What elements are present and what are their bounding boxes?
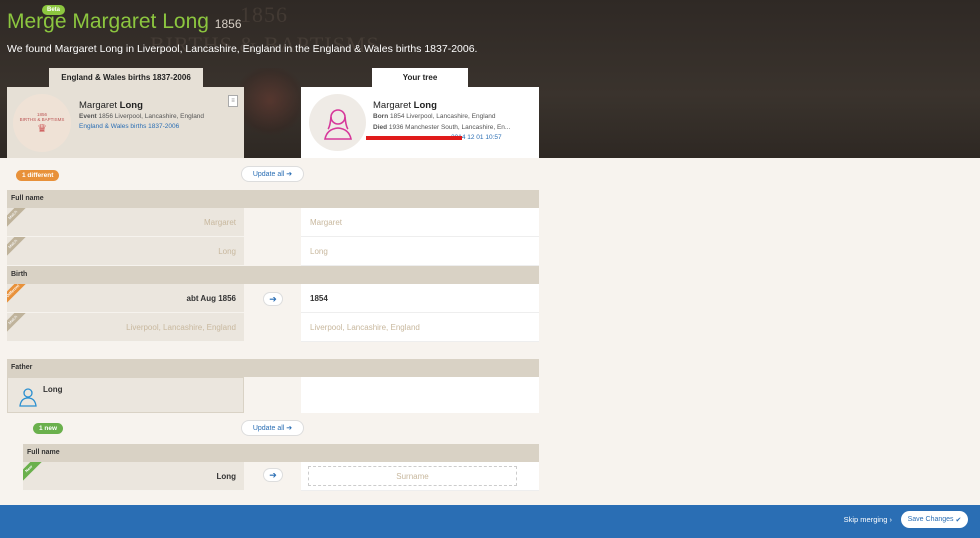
save-label: Save Changes [907, 516, 954, 523]
different-flag: Different [7, 284, 27, 305]
redaction-mark [366, 136, 462, 140]
arrow-right-icon: ➔ [269, 293, 277, 304]
skip-label: Skip merging [843, 515, 888, 524]
arrow-right-icon: ➔ [269, 469, 277, 480]
father-name: Long [43, 385, 63, 394]
record-collection-badge: 1856 BIRTHS & BAPTISMS ♛ [13, 94, 71, 152]
source-person-name: Margaret Long [79, 100, 143, 111]
footer-bar: Skip merging › Save Changes ✔ [0, 505, 980, 538]
update-all-button[interactable]: Update all ➔ [241, 166, 304, 182]
tree-birth-place: Liverpool, Lancashire, England [301, 313, 539, 342]
page-title-year: 1856 [214, 17, 242, 31]
tab-source-record[interactable]: England & Wales births 1837-2006 [49, 68, 203, 87]
died-label: Died [373, 124, 388, 131]
match-flag: Match [7, 208, 27, 229]
father-tree-empty [301, 377, 539, 413]
copy-father-surname-button[interactable]: ➔ [263, 468, 283, 482]
male-person-icon [19, 388, 37, 407]
event-value: 1856 Liverpool, Lancashire, England [98, 113, 205, 120]
source-event-line: Event 1856 Liverpool, Lancashire, Englan… [79, 113, 204, 120]
born-value: 1854 Liverpool, Lancashire, England [389, 113, 496, 120]
source-surname-value: Long [218, 246, 236, 256]
tree-born-line: Born 1854 Liverpool, Lancashire, England [373, 113, 496, 120]
tree-died-line: Died 1936 Manchester South, Lancashire, … [373, 124, 510, 131]
checkmark-icon: ✔ [955, 516, 962, 524]
page-title-text: Merge Margaret Long [7, 10, 209, 33]
source-given-name: Match Margaret [7, 208, 244, 237]
section-birth: Birth [7, 266, 539, 284]
source-birth-place: Match Liverpool, Lancashire, England [7, 313, 244, 342]
chevron-right-icon: › [889, 515, 893, 524]
match-flag: Match [7, 237, 27, 258]
match-flag: Match [7, 313, 27, 334]
tab-your-tree[interactable]: Your tree [372, 68, 468, 87]
tree-person-name: Margaret Long [373, 100, 437, 111]
source-given-value: Margaret [203, 217, 236, 227]
save-changes-button[interactable]: Save Changes ✔ [901, 511, 968, 528]
source-first-name: Margaret [79, 100, 118, 111]
surname-input[interactable]: Surname [308, 466, 517, 486]
document-icon[interactable]: ≡ [228, 95, 238, 107]
source-surname: Match Long [7, 237, 244, 266]
source-birth-place-value: Liverpool, Lancashire, England [126, 322, 236, 332]
tree-birth-date: 1854 [301, 284, 539, 313]
tree-first-name: Margaret [373, 100, 412, 111]
page-subtitle: We found Margaret Long in Liverpool, Lan… [7, 43, 478, 55]
section-father-full-name: Full name [23, 444, 539, 462]
source-birth-date-value: abt Aug 1856 [186, 293, 237, 303]
tree-given-name: Margaret [301, 208, 539, 237]
section-full-name: Full name [7, 190, 539, 208]
copy-birth-date-button[interactable]: ➔ [263, 292, 283, 306]
crest-icon: ♛ [37, 122, 47, 135]
skip-merging-link[interactable]: Skip merging › [844, 515, 892, 524]
event-label: Event [79, 113, 97, 120]
died-value: 1936 Manchester South, Lancashire, En... [388, 124, 511, 131]
different-count-badge: 1 different [16, 170, 60, 181]
father-source-surname: New Long [23, 462, 244, 491]
source-last-name: Long [119, 100, 143, 111]
father-card: Long [7, 377, 244, 413]
father-update-all-button[interactable]: Update all ➔ [241, 420, 304, 436]
update-all-label: Update all [252, 424, 285, 432]
tree-surname: Long [301, 237, 539, 266]
source-collection-link[interactable]: England & Wales births 1837-2006 [79, 123, 179, 130]
source-birth-date: Different abt Aug 1856 [7, 284, 244, 313]
crest-image [240, 68, 300, 140]
new-count-badge: 1 new [33, 423, 64, 434]
person-silhouette-icon [323, 108, 352, 140]
new-flag: New [23, 462, 43, 483]
female-avatar-icon [309, 94, 366, 151]
page-title: Merge Margaret Long 1856 [7, 10, 242, 34]
tree-person-card: Margaret Long Born 1854 Liverpool, Lanca… [301, 87, 539, 158]
tree-last-name: Long [413, 100, 437, 111]
update-all-label: Update all [252, 170, 285, 178]
father-surname-value: Long [216, 471, 236, 481]
arrow-right-icon: ➔ [286, 425, 293, 432]
born-label: Born [373, 113, 389, 120]
arrow-right-icon: ➔ [286, 171, 293, 178]
source-record-card: 1856 BIRTHS & BAPTISMS ♛ Margaret Long E… [7, 87, 244, 158]
section-father: Father [7, 359, 539, 377]
